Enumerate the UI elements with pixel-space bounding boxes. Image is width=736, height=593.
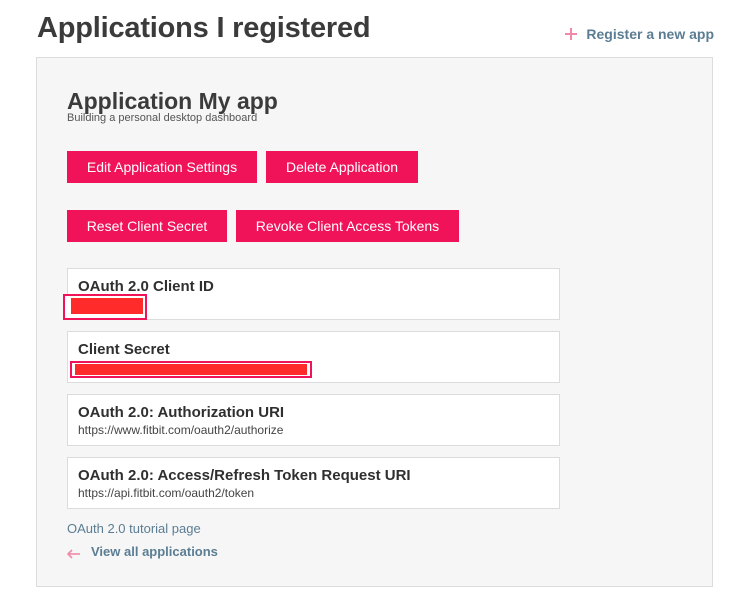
application-panel: Application My app Building a personal d… xyxy=(36,57,713,587)
application-description: Building a personal desktop dashboard xyxy=(67,112,258,124)
edit-application-settings-button[interactable]: Edit Application Settings xyxy=(67,151,257,183)
view-all-applications-link[interactable]: View all applications xyxy=(66,544,218,559)
token-request-uri-card: OAuth 2.0: Access/Refresh Token Request … xyxy=(67,457,560,509)
register-new-app-label: Register a new app xyxy=(586,26,714,42)
reset-client-secret-button[interactable]: Reset Client Secret xyxy=(67,210,227,242)
token-request-uri-value: https://api.fitbit.com/oauth2/token xyxy=(78,486,255,500)
oauth-tutorial-link[interactable]: OAuth 2.0 tutorial page xyxy=(67,521,201,536)
client-secret-redaction xyxy=(70,361,312,378)
client-secret-title: Client Secret xyxy=(78,341,170,358)
plus-icon xyxy=(564,27,578,41)
register-new-app-link[interactable]: Register a new app xyxy=(564,26,714,42)
delete-application-button[interactable]: Delete Application xyxy=(266,151,418,183)
view-all-applications-label: View all applications xyxy=(91,544,218,559)
authorization-uri-value: https://www.fitbit.com/oauth2/authorize xyxy=(78,423,284,437)
revoke-client-access-tokens-button[interactable]: Revoke Client Access Tokens xyxy=(236,210,459,242)
back-arrow-icon xyxy=(66,547,81,559)
authorization-uri-card: OAuth 2.0: Authorization URI https://www… xyxy=(67,394,560,446)
application-title: Application My app xyxy=(67,88,278,114)
client-id-title: OAuth 2.0 Client ID xyxy=(78,278,214,295)
authorization-uri-title: OAuth 2.0: Authorization URI xyxy=(78,404,285,421)
page-title: Applications I registered xyxy=(37,12,371,44)
token-request-uri-title: OAuth 2.0: Access/Refresh Token Request … xyxy=(78,467,411,484)
client-id-redaction xyxy=(63,294,147,320)
